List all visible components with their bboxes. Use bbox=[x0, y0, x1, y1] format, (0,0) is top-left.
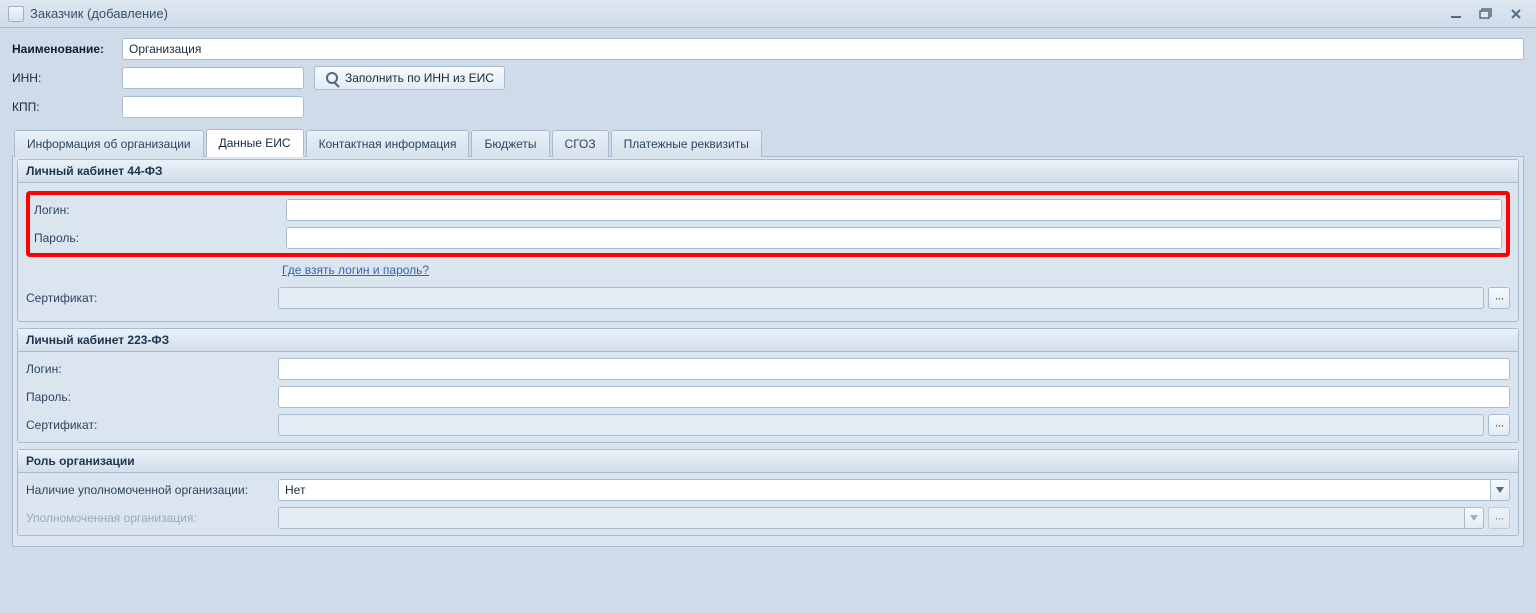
row-223-login: Логин: bbox=[26, 358, 1510, 380]
row-has-auth: Наличие уполномоченной организации: bbox=[26, 479, 1510, 501]
fill-from-eis-button[interactable]: Заполнить по ИНН из ЕИС bbox=[314, 66, 505, 90]
search-icon bbox=[325, 71, 339, 85]
row-223-cert: Сертификат: ··· bbox=[26, 414, 1510, 436]
login-223-input[interactable] bbox=[278, 358, 1510, 380]
close-button[interactable] bbox=[1504, 6, 1528, 22]
cert-223-input[interactable] bbox=[278, 414, 1484, 436]
name-input[interactable] bbox=[122, 38, 1524, 60]
titlebar: Заказчик (добавление) bbox=[0, 0, 1536, 28]
tab-label: Информация об организации bbox=[27, 137, 191, 151]
tab-contact-info[interactable]: Контактная информация bbox=[306, 130, 470, 157]
chevron-down-icon bbox=[1496, 487, 1504, 493]
content-area: Наименование: ИНН: Заполнить по ИНН из Е… bbox=[0, 28, 1536, 553]
row-name: Наименование: bbox=[12, 38, 1524, 60]
auth-org-dropdown-button bbox=[1464, 507, 1484, 529]
group-role-title: Роль организации bbox=[18, 450, 1518, 473]
tab-sgoz[interactable]: СГОЗ bbox=[552, 130, 609, 157]
login-223-label: Логин: bbox=[26, 362, 278, 376]
row-44-login: Логин: bbox=[34, 199, 1502, 221]
row-kpp: КПП: bbox=[12, 96, 1524, 118]
close-icon bbox=[1510, 8, 1522, 20]
minimize-button[interactable] bbox=[1444, 6, 1468, 22]
highlight-box: Логин: Пароль: bbox=[26, 191, 1510, 257]
chevron-down-icon bbox=[1470, 515, 1478, 521]
cert-44-input[interactable] bbox=[278, 287, 1484, 309]
tab-label: Бюджеты bbox=[484, 137, 536, 151]
restore-icon bbox=[1479, 8, 1493, 20]
group-44fz: Личный кабинет 44-ФЗ Логин: Пароль: Где … bbox=[17, 159, 1519, 322]
group-44fz-title: Личный кабинет 44-ФЗ bbox=[18, 160, 1518, 183]
minimize-icon bbox=[1450, 9, 1462, 19]
password-44-input[interactable] bbox=[286, 227, 1502, 249]
row-auth-org: Уполномоченная организация: ··· bbox=[26, 507, 1510, 529]
cert-223-label: Сертификат: bbox=[26, 418, 278, 432]
name-label: Наименование: bbox=[12, 42, 122, 56]
restore-button[interactable] bbox=[1474, 6, 1498, 22]
app-icon bbox=[8, 6, 24, 22]
tab-eis-data[interactable]: Данные ЕИС bbox=[206, 129, 304, 157]
login-44-input[interactable] bbox=[286, 199, 1502, 221]
tab-body: Личный кабинет 44-ФЗ Логин: Пароль: Где … bbox=[12, 157, 1524, 547]
has-auth-dropdown-button[interactable] bbox=[1490, 479, 1510, 501]
kpp-label: КПП: bbox=[12, 100, 122, 114]
auth-org-browse-button: ··· bbox=[1488, 507, 1510, 529]
tab-label: СГОЗ bbox=[565, 137, 596, 151]
cert-44-browse-button[interactable]: ··· bbox=[1488, 287, 1510, 309]
auth-org-combo bbox=[278, 507, 1484, 529]
auth-org-input bbox=[278, 507, 1464, 529]
inn-input[interactable] bbox=[122, 67, 304, 89]
cert-223-browse-button[interactable]: ··· bbox=[1488, 414, 1510, 436]
row-44-password: Пароль: bbox=[34, 227, 1502, 249]
tab-budgets[interactable]: Бюджеты bbox=[471, 130, 549, 157]
group-223fz-title: Личный кабинет 223-ФЗ bbox=[18, 329, 1518, 352]
tab-org-info[interactable]: Информация об организации bbox=[14, 130, 204, 157]
fill-btn-label: Заполнить по ИНН из ЕИС bbox=[345, 71, 494, 85]
tab-label: Контактная информация bbox=[319, 137, 457, 151]
password-223-label: Пароль: bbox=[26, 390, 278, 404]
tab-label: Данные ЕИС bbox=[219, 136, 291, 150]
tab-strip: Информация об организации Данные ЕИС Кон… bbox=[12, 128, 1524, 157]
has-auth-label: Наличие уполномоченной организации: bbox=[26, 483, 278, 497]
cert-44-label: Сертификат: bbox=[26, 291, 278, 305]
auth-org-label: Уполномоченная организация: bbox=[26, 511, 278, 525]
row-44-cert: Сертификат: ··· bbox=[26, 287, 1510, 309]
has-auth-value[interactable] bbox=[278, 479, 1490, 501]
row-223-password: Пароль: bbox=[26, 386, 1510, 408]
has-auth-combo[interactable] bbox=[278, 479, 1510, 501]
password-44-label: Пароль: bbox=[34, 231, 286, 245]
row-inn: ИНН: Заполнить по ИНН из ЕИС bbox=[12, 66, 1524, 90]
group-role: Роль организации Наличие уполномоченной … bbox=[17, 449, 1519, 536]
tab-label: Платежные реквизиты bbox=[624, 137, 749, 151]
group-223fz: Личный кабинет 223-ФЗ Логин: Пароль: Сер… bbox=[17, 328, 1519, 443]
password-223-input[interactable] bbox=[278, 386, 1510, 408]
window-title: Заказчик (добавление) bbox=[30, 6, 168, 21]
kpp-input[interactable] bbox=[122, 96, 304, 118]
tab-payment-details[interactable]: Платежные реквизиты bbox=[611, 130, 762, 157]
window: Заказчик (добавление) Наименование: ИНН: bbox=[0, 0, 1536, 553]
inn-label: ИНН: bbox=[12, 71, 122, 85]
login-44-label: Логин: bbox=[34, 203, 286, 217]
help-link[interactable]: Где взять логин и пароль? bbox=[282, 263, 429, 277]
